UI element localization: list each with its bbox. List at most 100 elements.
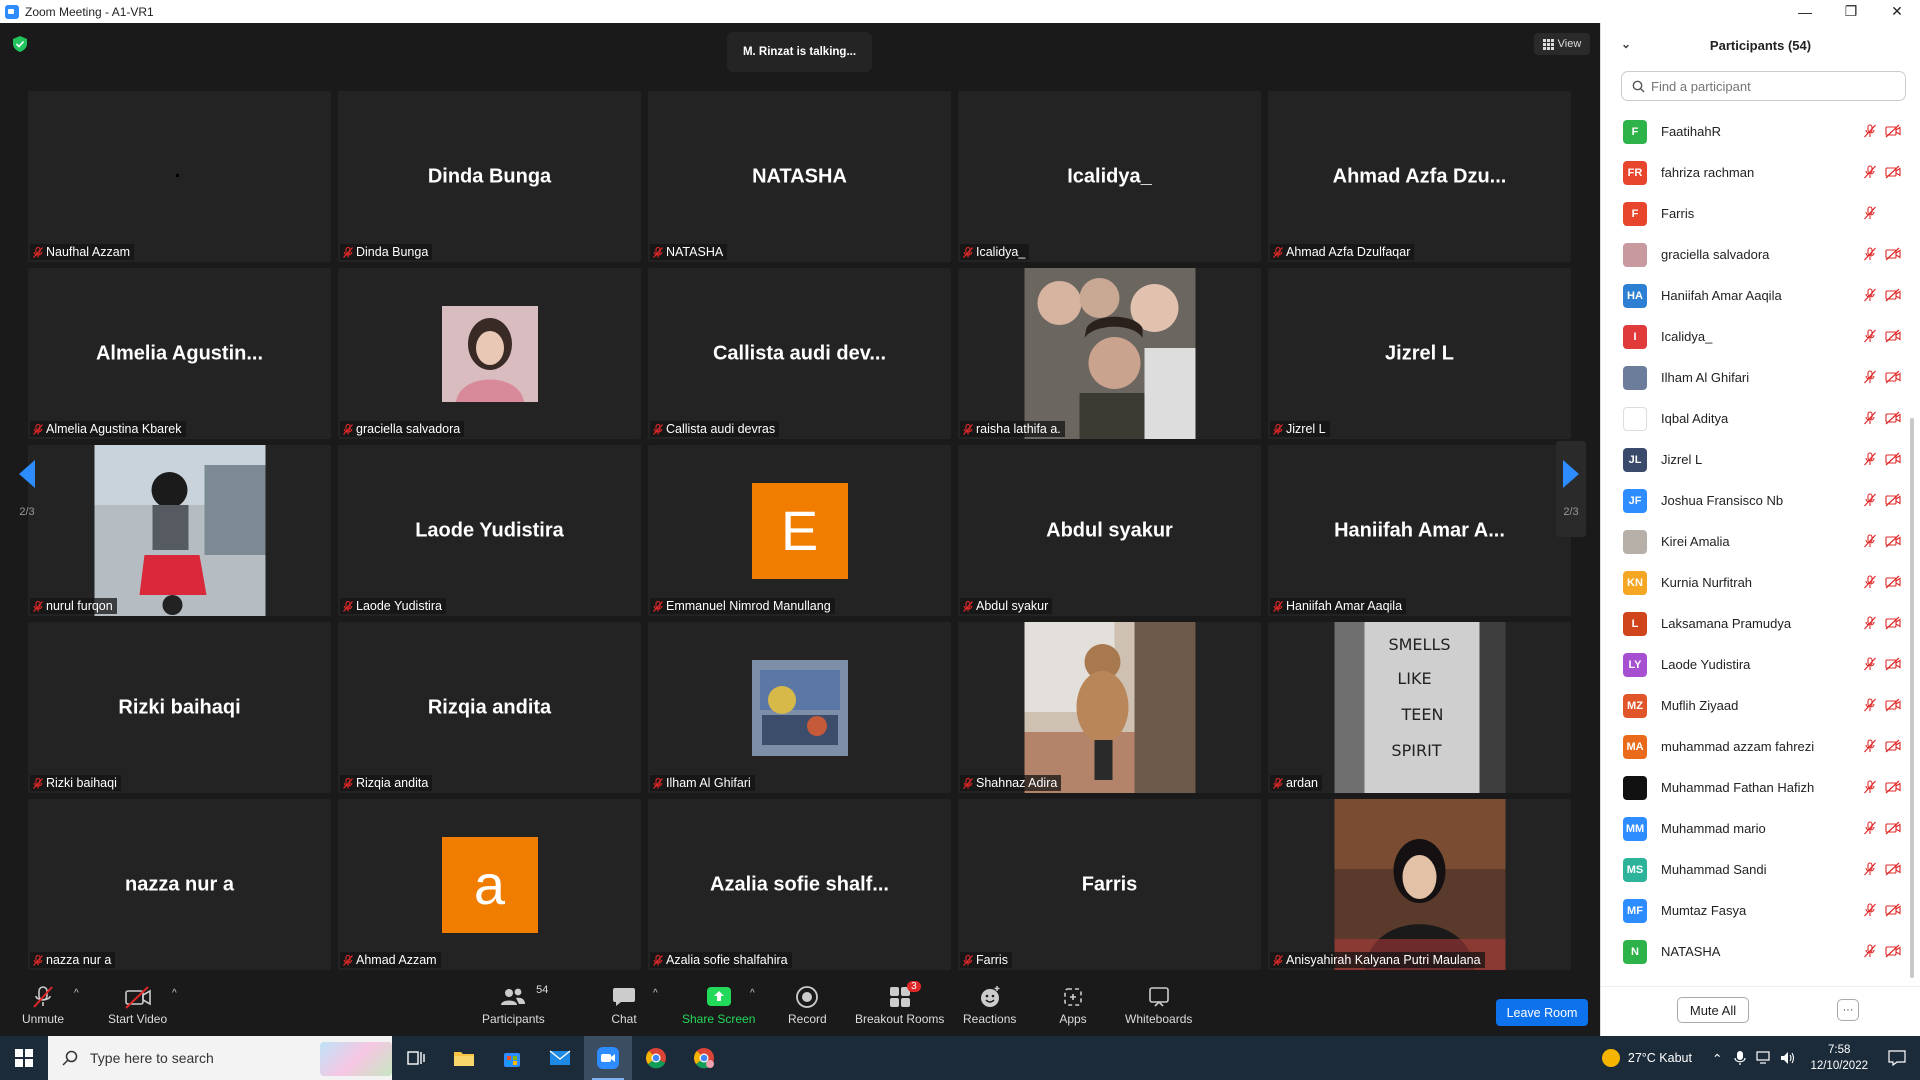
network-icon[interactable] [1756, 1051, 1772, 1065]
whiteboards-button[interactable]: Whiteboards [1125, 984, 1192, 1026]
video-off-icon[interactable] [1885, 124, 1901, 138]
participant-list-item[interactable]: MM Muhammad mario [1601, 808, 1901, 849]
chat-button[interactable]: Chat [607, 984, 641, 1026]
apps-button[interactable]: Apps [1056, 984, 1090, 1026]
video-off-icon[interactable] [1885, 370, 1901, 384]
muted-mic-icon[interactable] [1863, 534, 1877, 548]
video-off-icon[interactable] [1885, 288, 1901, 302]
muted-mic-icon[interactable] [1863, 657, 1877, 671]
participant-list-item[interactable]: Iqbal Aditya [1601, 398, 1901, 439]
participant-list-item[interactable]: N NATASHA [1601, 931, 1901, 971]
security-shield-icon[interactable] [13, 36, 27, 52]
participant-video-tile[interactable]: SMELLS LIKE TEEN SPIRIT ardan [1268, 622, 1571, 793]
participant-video-tile[interactable]: raisha lathifa a. [958, 268, 1261, 439]
audio-options-caret-icon[interactable]: ^ [74, 988, 79, 999]
participant-list-item[interactable]: MS Muhammad Sandi [1601, 849, 1901, 890]
participant-video-tile[interactable]: Abdul syakur Abdul syakur [958, 445, 1261, 616]
participant-video-tile[interactable]: Laode Yudistira Laode Yudistira [338, 445, 641, 616]
participant-list-scrollbar[interactable] [1910, 418, 1914, 978]
file-explorer-button[interactable] [440, 1036, 488, 1080]
participant-video-tile[interactable]: Shahnaz Adira [958, 622, 1261, 793]
video-options-caret-icon[interactable]: ^ [172, 988, 177, 999]
leave-room-button[interactable]: Leave Room [1496, 999, 1588, 1026]
muted-mic-icon[interactable] [1863, 206, 1877, 220]
record-button[interactable]: Record [788, 984, 827, 1026]
collapse-chevron-icon[interactable]: ⌄ [1621, 37, 1631, 51]
participant-video-tile[interactable]: Dinda Bunga Dinda Bunga [338, 91, 641, 262]
muted-mic-icon[interactable] [1863, 124, 1877, 138]
participant-video-tile[interactable]: Almelia Agustin... Almelia Agustina Kbare… [28, 268, 331, 439]
video-off-icon[interactable] [1885, 780, 1901, 794]
participant-list-item[interactable]: HA Haniifah Amar Aaqila [1601, 275, 1901, 316]
video-off-icon[interactable] [1885, 698, 1901, 712]
more-options-button[interactable]: ··· [1837, 999, 1859, 1021]
participant-list-item[interactable]: JL Jizrel L [1601, 439, 1901, 480]
participant-video-tile[interactable]: Jizrel L Jizrel L [1268, 268, 1571, 439]
microsoft-store-button[interactable] [488, 1036, 536, 1080]
participant-list-item[interactable]: JF Joshua Fransisco Nb [1601, 480, 1901, 521]
muted-mic-icon[interactable] [1863, 780, 1877, 794]
participant-list-item[interactable]: I Icalidya_ [1601, 316, 1901, 357]
participant-list-item[interactable]: graciella salvadora [1601, 234, 1901, 275]
participant-list-item[interactable]: MA muhammad azzam fahrezi [1601, 726, 1901, 767]
volume-icon[interactable] [1780, 1051, 1796, 1065]
breakout-rooms-button[interactable]: 3 Breakout Rooms [855, 981, 944, 1026]
participant-list-item[interactable]: Kirei Amalia [1601, 521, 1901, 562]
video-off-icon[interactable] [1885, 862, 1901, 876]
video-off-icon[interactable] [1885, 165, 1901, 179]
participant-video-tile[interactable]: Ilham Al Ghifari [648, 622, 951, 793]
video-off-icon[interactable] [1885, 616, 1901, 630]
video-off-icon[interactable] [1885, 493, 1901, 507]
muted-mic-icon[interactable] [1863, 903, 1877, 917]
participant-video-tile[interactable]: Ahmad Azfa Dzu... Ahmad Azfa Dzulfaqar [1268, 91, 1571, 262]
unmute-button[interactable]: Unmute [22, 984, 64, 1026]
video-off-icon[interactable] [1885, 247, 1901, 261]
muted-mic-icon[interactable] [1863, 370, 1877, 384]
muted-mic-icon[interactable] [1863, 288, 1877, 302]
view-button[interactable]: View [1534, 33, 1590, 55]
participant-video-tile[interactable]: Haniifah Amar A... Haniifah Amar Aaqila [1268, 445, 1571, 616]
muted-mic-icon[interactable] [1863, 862, 1877, 876]
participant-search-input[interactable] [1651, 78, 1891, 94]
share-screen-button[interactable]: Share Screen [682, 984, 755, 1026]
share-options-caret-icon[interactable]: ^ [750, 988, 755, 999]
muted-mic-icon[interactable] [1863, 616, 1877, 630]
video-off-icon[interactable] [1885, 452, 1901, 466]
participant-video-tile[interactable]: Callista audi dev... Callista audi devras [648, 268, 951, 439]
muted-mic-icon[interactable] [1863, 411, 1877, 425]
minimize-button[interactable]: — [1782, 0, 1828, 23]
participant-video-tile[interactable]: Farris Farris [958, 799, 1261, 970]
video-off-icon[interactable] [1885, 534, 1901, 548]
participant-list-item[interactable]: MZ Muflih Ziyaad [1601, 685, 1901, 726]
muted-mic-icon[interactable] [1863, 452, 1877, 466]
zoom-taskbar-button[interactable] [584, 1036, 632, 1080]
muted-mic-icon[interactable] [1863, 944, 1877, 958]
participant-list-item[interactable]: KN Kurnia Nurfitrah [1601, 562, 1901, 603]
notification-icon[interactable] [1888, 1050, 1906, 1066]
muted-mic-icon[interactable] [1863, 739, 1877, 753]
video-off-icon[interactable] [1885, 411, 1901, 425]
mute-all-button[interactable]: Mute All [1677, 997, 1749, 1023]
start-video-button[interactable]: Start Video [108, 984, 167, 1026]
video-off-icon[interactable] [1885, 657, 1901, 671]
participant-list-item[interactable]: MF Mumtaz Fasya [1601, 890, 1901, 931]
previous-page-button[interactable]: 2/3 [12, 441, 42, 537]
participant-video-tile[interactable]: Icalidya_ Icalidya_ [958, 91, 1261, 262]
participant-list-item[interactable]: F Farris [1601, 193, 1901, 234]
weather-widget[interactable]: 27°C Kabut [1601, 1049, 1692, 1067]
participant-list-item[interactable]: L Laksamana Pramudya [1601, 603, 1901, 644]
chat-options-caret-icon[interactable]: ^ [653, 988, 658, 999]
chrome-profile-button[interactable] [680, 1036, 728, 1080]
muted-mic-icon[interactable] [1863, 493, 1877, 507]
participant-search-box[interactable] [1621, 71, 1906, 101]
maximize-button[interactable]: ❐ [1828, 0, 1874, 23]
participant-list-item[interactable]: Ilham Al Ghifari [1601, 357, 1901, 398]
participant-video-tile[interactable]: Naufhal Azzam [28, 91, 331, 262]
mail-button[interactable] [536, 1036, 584, 1080]
taskbar-clock[interactable]: 7:58 12/10/2022 [1810, 1042, 1868, 1074]
participant-video-tile[interactable]: Rizqia andita Rizqia andita [338, 622, 641, 793]
muted-mic-icon[interactable] [1863, 247, 1877, 261]
participant-list-item[interactable]: Muhammad Fathan Hafizh [1601, 767, 1901, 808]
muted-mic-icon[interactable] [1863, 698, 1877, 712]
video-off-icon[interactable] [1885, 903, 1901, 917]
